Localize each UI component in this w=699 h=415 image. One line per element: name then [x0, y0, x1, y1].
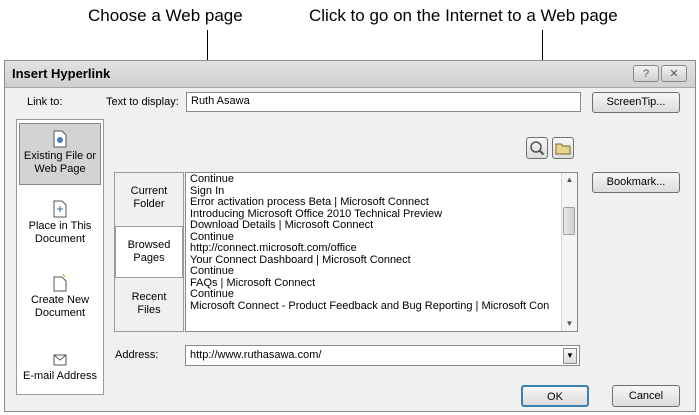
tab-label-2: Pages: [133, 252, 165, 264]
link-to-place-in-document[interactable]: Place in This Document: [19, 200, 101, 258]
list-scrollbar[interactable]: ▲ ▼: [561, 173, 577, 331]
link-to-label-1: Place in This: [28, 220, 92, 232]
browsed-pages-list[interactable]: Continue Sign In Error activation process …: [185, 172, 578, 332]
insert-hyperlink-dialog: Insert Hyperlink ? ✕ Link to: Text to di…: [4, 60, 696, 412]
list-rows: Continue Sign In Error activation process …: [190, 174, 562, 312]
list-item[interactable]: http://connect.microsoft.com/office: [190, 243, 562, 255]
existing-file-icon: [53, 130, 67, 148]
tab-current-folder[interactable]: Current Folder: [115, 173, 183, 225]
scroll-up-icon[interactable]: ▲: [562, 173, 577, 187]
ok-button[interactable]: OK: [521, 385, 589, 407]
list-item[interactable]: Continue: [190, 266, 562, 278]
text-to-display-input[interactable]: Ruth Asawa: [186, 92, 581, 112]
tab-recent-files[interactable]: Recent Files: [115, 279, 183, 331]
link-to-label-1: Create New: [30, 294, 90, 306]
list-item[interactable]: Sign In: [190, 186, 562, 198]
place-in-document-icon: [53, 200, 67, 218]
list-item[interactable]: Download Details | Microsoft Connect: [190, 220, 562, 232]
bookmark-button[interactable]: Bookmark...: [592, 172, 680, 193]
address-dropdown-icon[interactable]: ▼: [563, 348, 577, 364]
tab-label-1: Current: [130, 185, 168, 197]
tab-label-1: Recent: [131, 291, 167, 303]
callout-choose-web-page: Choose a Web page: [88, 6, 243, 25]
email-address-icon: [53, 354, 67, 366]
list-item[interactable]: Continue: [190, 174, 562, 186]
callout-go-to-internet: Click to go on the Internet to a Web pag…: [309, 6, 618, 25]
link-to-label-1: Existing File or: [23, 150, 97, 162]
link-to-email-address[interactable]: E-mail Address: [19, 350, 101, 390]
cancel-button[interactable]: Cancel: [612, 385, 680, 407]
link-to-label-1: E-mail Address: [23, 370, 97, 382]
list-item[interactable]: Continue: [190, 289, 562, 301]
dialog-title: Insert Hyperlink: [12, 66, 111, 81]
screentip-button[interactable]: ScreenTip...: [592, 92, 680, 113]
list-item[interactable]: Your Connect Dashboard | Microsoft Conne…: [190, 255, 562, 267]
help-button[interactable]: ?: [633, 65, 659, 82]
folder-icon: [555, 143, 571, 155]
tab-label-2: Files: [137, 304, 161, 316]
browse-web-button[interactable]: [526, 137, 548, 159]
address-value: http://www.ruthasawa.com/: [190, 349, 322, 361]
list-item[interactable]: Continue: [190, 232, 562, 244]
browse-web-icon: [530, 141, 545, 156]
scroll-down-icon[interactable]: ▼: [562, 317, 577, 331]
link-to-existing-file[interactable]: Existing File or Web Page: [19, 123, 101, 185]
link-to-label-2: Document: [34, 233, 86, 245]
list-item[interactable]: FAQs | Microsoft Connect: [190, 278, 562, 290]
link-to-label-2: Web Page: [34, 163, 86, 175]
tab-browsed-pages[interactable]: Browsed Pages: [115, 226, 183, 278]
link-to-panel: Existing File or Web Page Place in This …: [16, 119, 104, 395]
browse-file-button[interactable]: [552, 137, 574, 159]
text-to-display-label: Text to display:: [106, 96, 179, 108]
address-input[interactable]: http://www.ruthasawa.com/ ▼: [185, 345, 580, 366]
list-item[interactable]: Introducing Microsoft Office 2010 Techni…: [190, 209, 562, 221]
list-item[interactable]: Error activation process Beta | Microsof…: [190, 197, 562, 209]
tab-label-1: Browsed: [127, 239, 171, 251]
close-button[interactable]: ✕: [661, 65, 687, 82]
look-in-tabs: Current Folder Browsed Pages Recent File…: [114, 172, 184, 332]
link-to-label-2: Document: [34, 307, 86, 319]
list-item[interactable]: Microsoft Connect - Product Feedback and…: [190, 301, 562, 313]
tab-label-2: Folder: [133, 198, 165, 210]
scroll-thumb[interactable]: [563, 207, 575, 235]
create-new-document-icon: [53, 274, 67, 292]
link-to-label: Link to:: [27, 96, 63, 108]
link-to-create-new-document[interactable]: Create New Document: [19, 274, 101, 332]
address-label: Address:: [115, 349, 159, 361]
title-bar: Insert Hyperlink ? ✕: [5, 61, 695, 88]
